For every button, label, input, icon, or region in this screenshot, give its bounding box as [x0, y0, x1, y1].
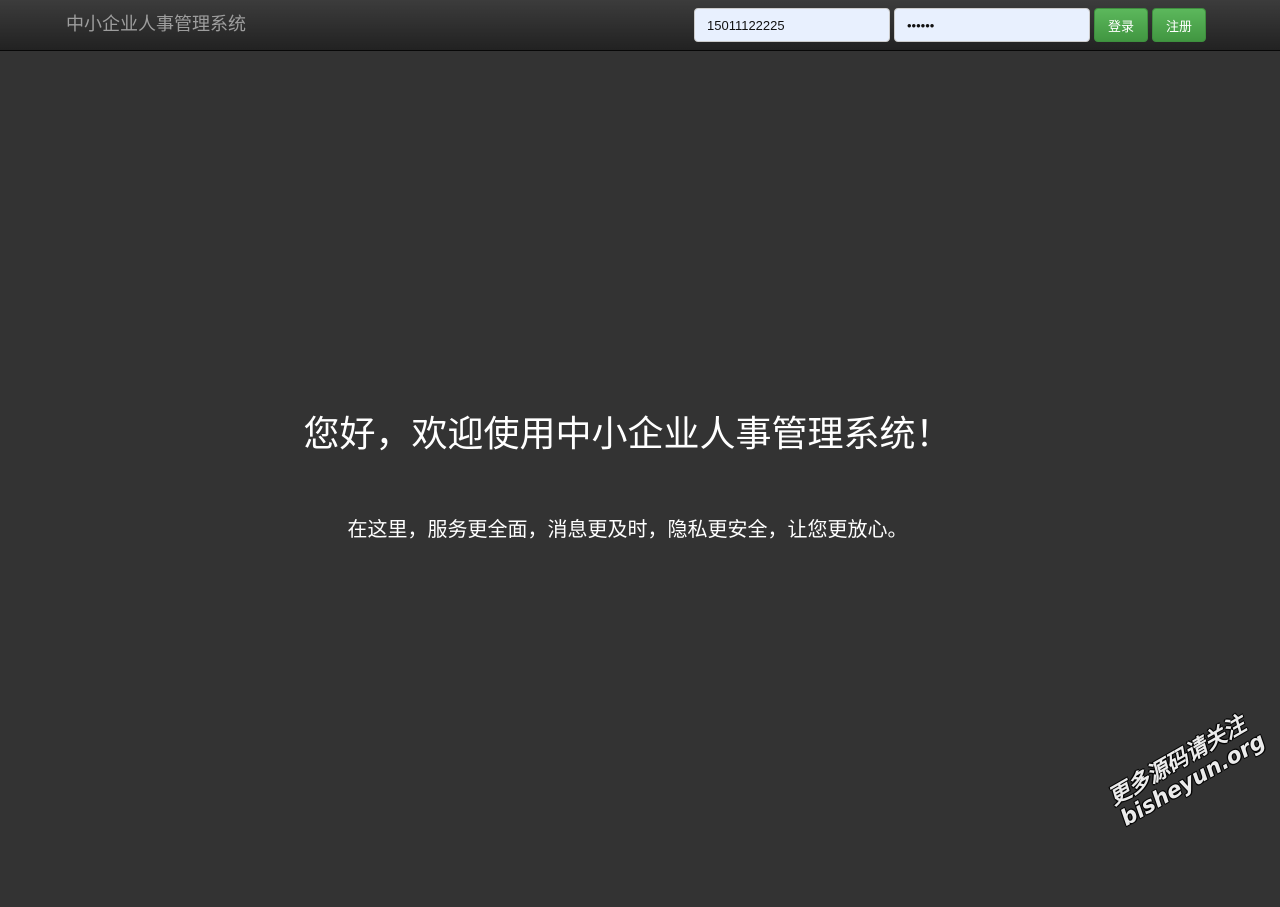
welcome-title: 您好，欢迎使用中小企业人事管理系统！: [303, 414, 952, 455]
welcome-subtitle: 在这里，服务更全面，消息更及时，隐私更安全，让您更放心。: [347, 517, 908, 541]
welcome-hero: 您好，欢迎使用中小企业人事管理系统！ 在这里，服务更全面，消息更及时，隐私更安全…: [0, 0, 1255, 907]
